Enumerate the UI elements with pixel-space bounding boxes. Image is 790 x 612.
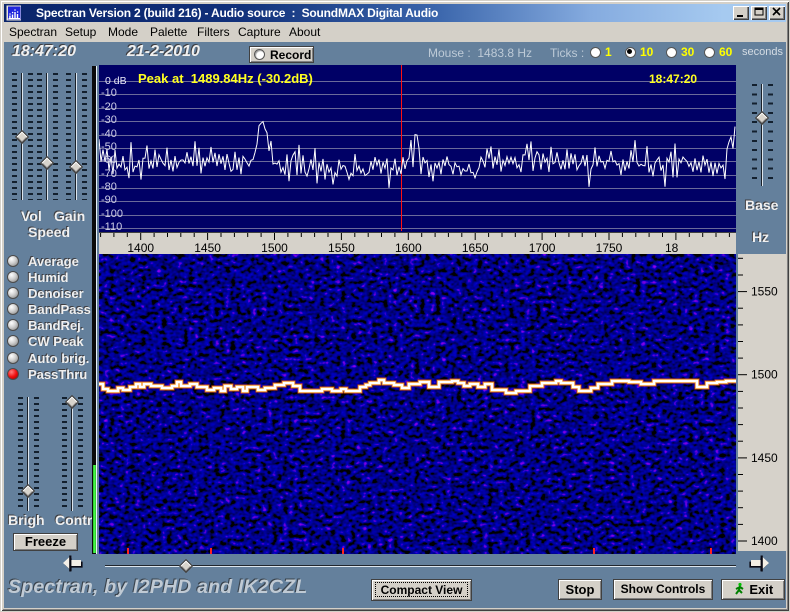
- svg-text:1650: 1650: [462, 241, 489, 255]
- svg-text:18: 18: [665, 241, 679, 255]
- svg-text:1750: 1750: [596, 241, 623, 255]
- svg-text:1600: 1600: [395, 241, 422, 255]
- svg-text:1500: 1500: [261, 241, 288, 255]
- svg-text:1450: 1450: [194, 241, 221, 255]
- svg-text:1450: 1450: [751, 451, 778, 465]
- svg-text:1550: 1550: [328, 241, 355, 255]
- svg-text:1550: 1550: [751, 285, 778, 299]
- svg-text:1400: 1400: [127, 241, 154, 255]
- svg-text:1400: 1400: [751, 534, 778, 548]
- svg-text:1500: 1500: [751, 368, 778, 382]
- svg-text:1700: 1700: [529, 241, 556, 255]
